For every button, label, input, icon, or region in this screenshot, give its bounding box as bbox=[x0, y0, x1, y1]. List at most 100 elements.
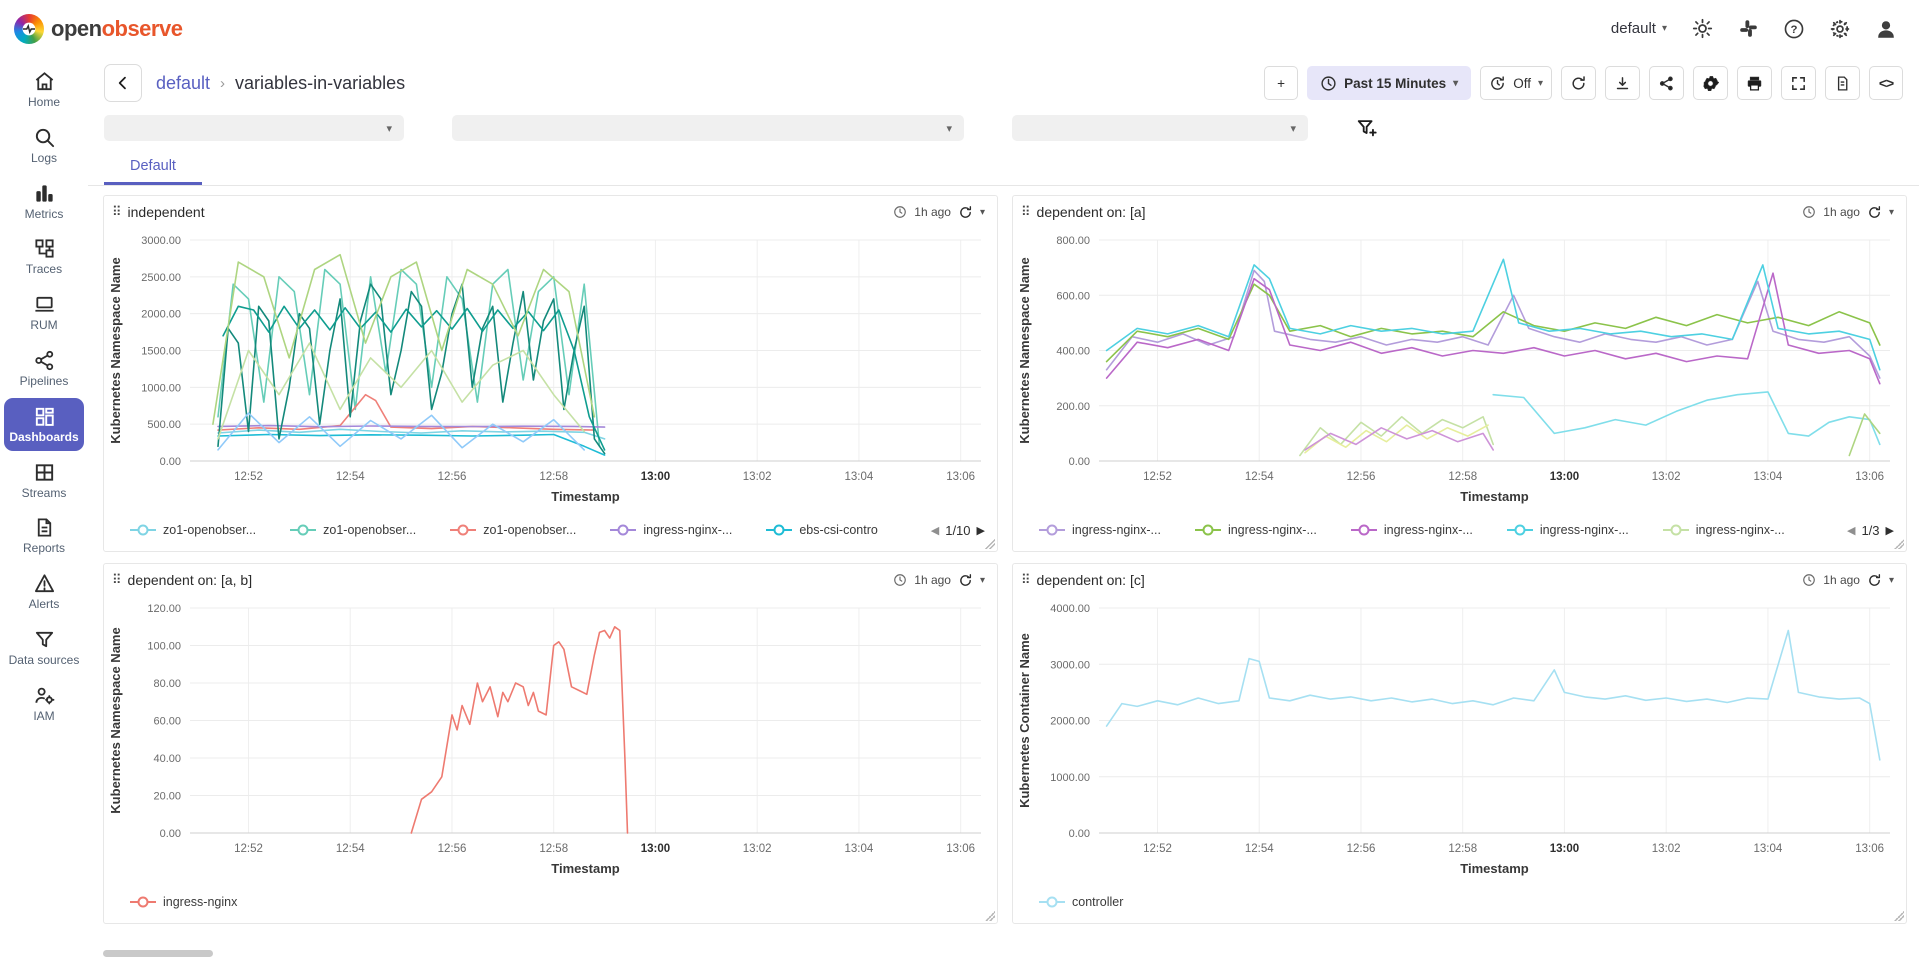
add-filter-icon[interactable] bbox=[1356, 117, 1378, 139]
panel-refresh-icon[interactable] bbox=[958, 205, 973, 220]
series-marker-icon bbox=[1039, 896, 1065, 908]
panel-refresh-icon[interactable] bbox=[1867, 573, 1882, 588]
help-icon[interactable]: ? bbox=[1783, 18, 1805, 40]
line-chart[interactable]: 0.00200.00400.00600.00800.0012:5212:5412… bbox=[1013, 228, 1906, 515]
legend-item[interactable]: ingress-nginx bbox=[130, 895, 237, 909]
legend-label: zo1-openobser... bbox=[323, 523, 416, 537]
svg-text:13:00: 13:00 bbox=[1550, 471, 1579, 483]
svg-text:13:02: 13:02 bbox=[743, 843, 772, 855]
query-inspector-button[interactable]: <> bbox=[1869, 66, 1903, 100]
panel-refresh-icon[interactable] bbox=[958, 573, 973, 588]
sidebar-item-label: Pipelines bbox=[20, 375, 69, 389]
legend-item[interactable]: zo1-openobser... bbox=[290, 523, 416, 537]
panel-refresh-icon[interactable] bbox=[1867, 205, 1882, 220]
sidebar-item-home[interactable]: Home bbox=[4, 63, 84, 116]
svg-text:12:54: 12:54 bbox=[336, 843, 365, 855]
horizontal-scrollbar[interactable] bbox=[103, 950, 213, 957]
legend-label: ingress-nginx-... bbox=[1072, 523, 1161, 537]
panel-legend: ingress-nginx bbox=[104, 887, 997, 923]
svg-text:400.00: 400.00 bbox=[1056, 346, 1090, 358]
legend-item[interactable]: zo1-openobser... bbox=[450, 523, 576, 537]
resize-handle-icon[interactable] bbox=[985, 539, 995, 549]
legend-next-icon[interactable]: ▶ bbox=[1886, 524, 1894, 537]
sidebar-item-label: Alerts bbox=[29, 598, 60, 612]
legend-item[interactable]: ebs-csi-contro bbox=[766, 523, 878, 537]
panel-menu-icon[interactable]: ▾ bbox=[1889, 207, 1894, 218]
legend-prev-icon[interactable]: ◀ bbox=[931, 524, 939, 537]
variable-select-container[interactable]: ▾ bbox=[1012, 115, 1308, 141]
time-range-button[interactable]: Past 15 Minutes ▾ bbox=[1307, 66, 1471, 100]
line-chart[interactable]: 0.00500.001000.001500.002000.002500.0030… bbox=[104, 228, 997, 515]
legend-next-icon[interactable]: ▶ bbox=[977, 524, 985, 537]
legend-item[interactable]: ingress-nginx-... bbox=[1351, 523, 1473, 537]
theme-toggle-icon[interactable] bbox=[1691, 18, 1713, 40]
variable-select-pod[interactable]: ▾ bbox=[452, 115, 964, 141]
share-button[interactable] bbox=[1649, 66, 1684, 100]
add-panel-button[interactable]: + bbox=[1264, 66, 1298, 100]
drag-handle-icon[interactable]: ⠿ bbox=[1021, 204, 1029, 220]
sidebar-item-dashboards[interactable]: Dashboards bbox=[4, 398, 84, 451]
svg-text:12:56: 12:56 bbox=[1347, 843, 1376, 855]
settings-gear-icon[interactable] bbox=[1829, 18, 1851, 40]
legend-prev-icon[interactable]: ◀ bbox=[1847, 524, 1855, 537]
svg-text:2000.00: 2000.00 bbox=[141, 309, 181, 321]
slack-icon[interactable] bbox=[1737, 18, 1759, 40]
sidebar-item-data-sources[interactable]: Data sources bbox=[4, 621, 84, 674]
variable-select-namespace[interactable]: ▾ bbox=[104, 115, 404, 141]
legend-item[interactable]: ingress-nginx-... bbox=[1507, 523, 1629, 537]
tab-default[interactable]: Default bbox=[104, 149, 202, 185]
print-button[interactable] bbox=[1737, 66, 1772, 100]
drag-handle-icon[interactable]: ⠿ bbox=[1021, 572, 1029, 588]
panel-dependent-c: ⠿ dependent on: [c] 1h ago ▾ 0.001000.00… bbox=[1012, 563, 1907, 924]
breadcrumb-folder-link[interactable]: default bbox=[156, 73, 210, 94]
user-profile-icon[interactable] bbox=[1875, 18, 1897, 40]
export-json-button[interactable] bbox=[1825, 66, 1860, 100]
chevron-down-icon: ▾ bbox=[372, 122, 392, 135]
panel-title: independent bbox=[128, 204, 205, 220]
legend-item[interactable]: zo1-openobser... bbox=[130, 523, 256, 537]
drag-handle-icon[interactable]: ⠿ bbox=[112, 204, 120, 220]
sidebar-item-reports[interactable]: Reports bbox=[4, 509, 84, 562]
sidebar-item-alerts[interactable]: Alerts bbox=[4, 565, 84, 618]
legend-item[interactable]: ingress-nginx-... bbox=[610, 523, 732, 537]
series-marker-icon bbox=[1039, 524, 1065, 536]
svg-text:12:54: 12:54 bbox=[1245, 471, 1274, 483]
top-navbar: openobserve default ▾ ? bbox=[0, 0, 1919, 57]
last-refreshed-label: 1h ago bbox=[914, 573, 951, 587]
svg-text:500.00: 500.00 bbox=[147, 419, 181, 431]
svg-text:2000.00: 2000.00 bbox=[1050, 716, 1090, 728]
resize-handle-icon[interactable] bbox=[1894, 911, 1904, 921]
panel-menu-icon[interactable]: ▾ bbox=[980, 575, 985, 586]
sidebar-item-pipelines[interactable]: Pipelines bbox=[4, 342, 84, 395]
sidebar-item-traces[interactable]: Traces bbox=[4, 230, 84, 283]
drag-handle-icon[interactable]: ⠿ bbox=[112, 572, 120, 588]
svg-text:200.00: 200.00 bbox=[1056, 401, 1090, 413]
svg-text:12:52: 12:52 bbox=[1143, 843, 1172, 855]
refresh-button[interactable] bbox=[1561, 66, 1596, 100]
back-button[interactable] bbox=[104, 64, 142, 102]
organization-selector[interactable]: default ▾ bbox=[1611, 20, 1667, 37]
line-chart[interactable]: 0.001000.002000.003000.004000.0012:5212:… bbox=[1013, 596, 1906, 887]
legend-item[interactable]: ingress-nginx-... bbox=[1039, 523, 1161, 537]
panel-menu-icon[interactable]: ▾ bbox=[1889, 575, 1894, 586]
sidebar-item-label: Dashboards bbox=[9, 431, 78, 445]
svg-text:12:58: 12:58 bbox=[1448, 471, 1477, 483]
auto-refresh-button[interactable]: Off ▾ bbox=[1480, 66, 1552, 100]
sidebar-item-logs[interactable]: Logs bbox=[4, 119, 84, 172]
logo-text-observe: observe bbox=[102, 16, 183, 41]
resize-handle-icon[interactable] bbox=[985, 911, 995, 921]
legend-item[interactable]: controller bbox=[1039, 895, 1123, 909]
resize-handle-icon[interactable] bbox=[1894, 539, 1904, 549]
dashboard-settings-button[interactable] bbox=[1693, 66, 1728, 100]
line-chart[interactable]: 0.0020.0040.0060.0080.00100.00120.0012:5… bbox=[104, 596, 997, 887]
panel-menu-icon[interactable]: ▾ bbox=[980, 207, 985, 218]
legend-item[interactable]: ingress-nginx-... bbox=[1195, 523, 1317, 537]
sidebar-item-streams[interactable]: Streams bbox=[4, 454, 84, 507]
sidebar-item-rum[interactable]: RUM bbox=[4, 286, 84, 339]
legend-item[interactable]: ingress-nginx-... bbox=[1663, 523, 1785, 537]
fullscreen-button[interactable] bbox=[1781, 66, 1816, 100]
openobserve-logo-icon bbox=[14, 14, 44, 44]
export-download-button[interactable] bbox=[1605, 66, 1640, 100]
sidebar-item-metrics[interactable]: Metrics bbox=[4, 175, 84, 228]
sidebar-item-iam[interactable]: IAM bbox=[4, 677, 84, 730]
